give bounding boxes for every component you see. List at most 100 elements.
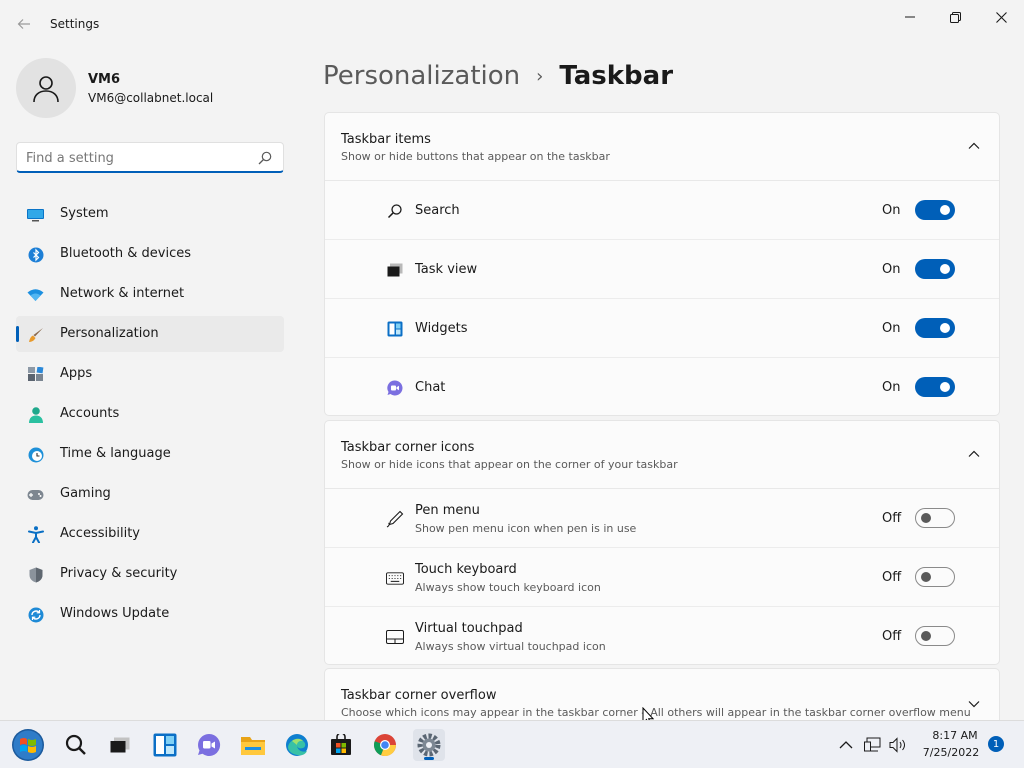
back-arrow-icon xyxy=(17,19,30,29)
toggle-knob xyxy=(921,513,931,523)
avatar[interactable] xyxy=(16,58,76,118)
section-description: Choose which icons may appear in the tas… xyxy=(341,706,971,719)
network-icon xyxy=(864,737,881,752)
touchpad-icon xyxy=(386,628,404,646)
setting-description: Always show virtual touchpad icon xyxy=(415,640,606,653)
sidebar-item-label: Personalization xyxy=(60,326,159,341)
globe-clock-icon xyxy=(27,446,44,463)
setting-row-widgets: Widgets On xyxy=(325,299,999,358)
sidebar-item-accounts[interactable]: Accounts xyxy=(16,396,284,432)
close-button[interactable] xyxy=(978,4,1024,30)
widgets-icon xyxy=(386,320,404,338)
app-title: Settings xyxy=(50,17,100,31)
setting-description: Show pen menu icon when pen is in use xyxy=(415,522,637,535)
sidebar-item-label: Gaming xyxy=(60,486,111,501)
setting-label: Task view xyxy=(415,262,478,277)
setting-label: Virtual touchpad xyxy=(415,621,523,636)
toggle-knob xyxy=(921,631,931,641)
sidebar-item-gaming[interactable]: Gaming xyxy=(16,476,284,512)
file-explorer-icon xyxy=(241,737,265,755)
touch-keyboard-toggle[interactable] xyxy=(915,567,955,587)
keyboard-icon xyxy=(386,569,404,587)
restore-button[interactable] xyxy=(932,4,978,30)
wifi-icon xyxy=(27,286,44,303)
sidebar-item-windows-update[interactable]: Windows Update xyxy=(16,596,284,632)
search-icon xyxy=(386,202,404,220)
breadcrumb-parent[interactable]: Personalization xyxy=(323,61,520,91)
sidebar-item-apps[interactable]: Apps xyxy=(16,356,284,392)
sidebar-item-system[interactable]: System xyxy=(16,196,284,232)
monitor-icon xyxy=(27,206,44,223)
accessibility-icon xyxy=(27,526,44,543)
start-icon xyxy=(12,729,44,761)
network-tray-button[interactable] xyxy=(863,735,883,755)
minimize-icon xyxy=(905,16,915,18)
toggle-knob xyxy=(940,382,950,392)
search-box[interactable] xyxy=(16,142,284,173)
title-bar: Settings xyxy=(0,0,1024,48)
setting-row-pen-menu: Pen menu Show pen menu icon when pen is … xyxy=(325,489,999,548)
back-button[interactable] xyxy=(10,10,38,38)
chrome-icon xyxy=(374,734,397,757)
sidebar-item-bluetooth[interactable]: Bluetooth & devices xyxy=(16,236,284,272)
sidebar-item-time-language[interactable]: Time & language xyxy=(16,436,284,472)
section-header[interactable]: Taskbar corner icons Show or hide icons … xyxy=(325,421,999,489)
taskbar-settings-button[interactable] xyxy=(413,729,445,761)
search-input[interactable] xyxy=(26,148,251,168)
sidebar-item-network[interactable]: Network & internet xyxy=(16,276,284,312)
widgets-toggle[interactable] xyxy=(915,318,955,338)
taskbar-chat-button[interactable] xyxy=(193,729,225,761)
sync-icon xyxy=(27,606,44,623)
sidebar-item-accessibility[interactable]: Accessibility xyxy=(16,516,284,552)
taskbar-widgets-button[interactable] xyxy=(149,729,181,761)
toggle-knob xyxy=(921,572,931,582)
setting-label: Search xyxy=(415,203,460,218)
chat-icon xyxy=(386,379,404,397)
search-toggle[interactable] xyxy=(915,200,955,220)
toggle-state-label: On xyxy=(882,262,901,277)
sidebar-item-personalization[interactable]: Personalization xyxy=(16,316,284,352)
chevron-up-icon xyxy=(968,142,980,149)
search-icon xyxy=(258,151,272,165)
close-icon xyxy=(995,11,1007,23)
edge-icon xyxy=(286,734,308,756)
start-button[interactable] xyxy=(10,727,46,763)
pen-menu-toggle[interactable] xyxy=(915,508,955,528)
toggle-state-label: Off xyxy=(882,629,902,644)
show-hidden-icons-button[interactable] xyxy=(836,735,856,755)
taskbar-file-explorer-button[interactable] xyxy=(237,729,269,761)
account-name: VM6 xyxy=(88,72,121,87)
sidebar-item-privacy[interactable]: Privacy & security xyxy=(16,556,284,592)
sidebar-item-label: Apps xyxy=(60,366,93,381)
breadcrumb-separator: › xyxy=(536,65,544,87)
bluetooth-icon xyxy=(27,246,44,263)
toggle-knob xyxy=(940,205,950,215)
taskbar-search-button[interactable] xyxy=(60,729,92,761)
sidebar-item-label: System xyxy=(60,206,109,221)
sidebar-item-label: Windows Update xyxy=(60,606,170,621)
virtual-touchpad-toggle[interactable] xyxy=(915,626,955,646)
section-title: Taskbar items xyxy=(341,132,431,147)
breadcrumb: Personalization › Taskbar xyxy=(323,58,673,94)
taskbar: 8:17 AM 7/25/2022 xyxy=(0,720,1024,768)
taskbar-edge-button[interactable] xyxy=(281,729,313,761)
volume-tray-button[interactable] xyxy=(888,735,908,755)
brush-icon xyxy=(27,326,44,343)
notification-badge[interactable]: 1 xyxy=(988,736,1004,752)
taskbar-store-button[interactable] xyxy=(325,729,357,761)
apps-icon xyxy=(27,366,44,383)
page-title: Taskbar xyxy=(559,61,674,91)
toggle-knob xyxy=(940,264,950,274)
minimize-button[interactable] xyxy=(887,4,933,30)
setting-row-chat: Chat On xyxy=(325,358,999,415)
chat-toggle[interactable] xyxy=(915,377,955,397)
taskbar-task-view-button[interactable] xyxy=(104,729,136,761)
setting-label: Touch keyboard xyxy=(415,562,517,577)
toggle-state-label: On xyxy=(882,380,901,395)
pen-icon xyxy=(386,510,404,528)
section-header[interactable]: Taskbar items Show or hide buttons that … xyxy=(325,113,999,181)
taskbar-chrome-button[interactable] xyxy=(369,729,401,761)
chevron-up-icon xyxy=(968,450,980,457)
person-icon xyxy=(27,406,44,423)
task-view-toggle[interactable] xyxy=(915,259,955,279)
